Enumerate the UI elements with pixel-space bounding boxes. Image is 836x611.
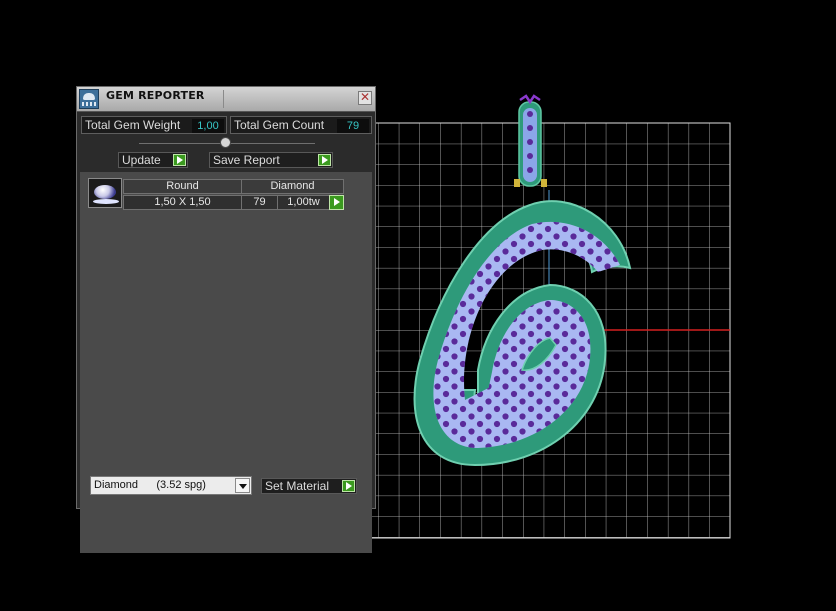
total-gem-count-value: 79 xyxy=(337,119,369,133)
gem-row-select-button[interactable] xyxy=(329,195,344,210)
title-divider xyxy=(223,90,224,108)
gem-shape-header: Round xyxy=(123,179,242,194)
panel-titlebar[interactable]: GEM REPORTER ✕ xyxy=(77,87,375,112)
gem-reporter-panel: GEM REPORTER ✕ Total Gem Weight 1,00 Tot… xyxy=(76,86,376,553)
gem-material-header: Diamond xyxy=(241,179,344,194)
panel-splitter-handle[interactable] xyxy=(220,137,231,148)
play-arrow-icon xyxy=(318,154,331,166)
gem-weight-cell[interactable]: 1,00tw xyxy=(277,195,330,210)
play-arrow-icon xyxy=(173,154,186,166)
material-dropdown-value: Diamond (3.52 spg) xyxy=(94,479,206,491)
close-icon[interactable]: ✕ xyxy=(358,91,372,105)
gem-size-cell[interactable]: 1,50 X 1,50 xyxy=(123,195,242,210)
dropdown-arrow-icon[interactable] xyxy=(235,478,250,493)
total-gem-weight-label: Total Gem Weight xyxy=(85,118,181,132)
gem-reporter-app-icon xyxy=(79,89,99,109)
save-report-button-label: Save Report xyxy=(213,153,280,167)
total-gem-weight-box: Total Gem Weight 1,00 xyxy=(81,116,227,134)
gem-count-cell[interactable]: 79 xyxy=(241,195,278,210)
panel-title: GEM REPORTER xyxy=(106,89,205,102)
play-arrow-icon xyxy=(342,480,355,492)
total-gem-weight-value: 1,00 xyxy=(192,119,224,133)
save-report-button[interactable]: Save Report xyxy=(209,152,333,168)
round-gem-icon xyxy=(88,178,122,208)
total-gem-count-label: Total Gem Count xyxy=(234,118,325,132)
total-gem-count-box: Total Gem Count 79 xyxy=(230,116,372,134)
material-dropdown[interactable]: Diamond (3.52 spg) xyxy=(90,476,252,495)
gem-list: Round Diamond 1,50 X 1,50 79 1,00tw xyxy=(80,172,372,553)
set-material-button-label: Set Material xyxy=(265,479,330,493)
update-button[interactable]: Update xyxy=(118,152,188,168)
set-material-button[interactable]: Set Material xyxy=(261,478,357,494)
update-button-label: Update xyxy=(122,153,161,167)
